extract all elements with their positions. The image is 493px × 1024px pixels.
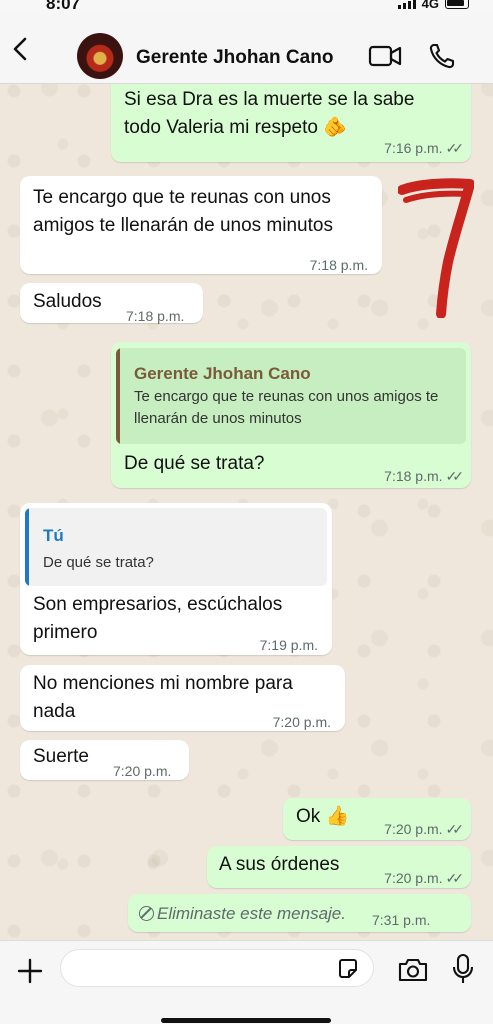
message-time: 7:19 p.m. [259, 637, 318, 653]
message-time: 7:16 p.m. ✓✓ [384, 134, 465, 162]
message-time: 7:18 p.m. [126, 308, 185, 324]
deleted-message-icon [139, 906, 154, 921]
quote-author: Gerente Jhohan Cano [134, 364, 311, 383]
quoted-message[interactable]: Gerente Jhohan Cano Te encargo que te re… [116, 348, 466, 444]
status-bar: 8:07 4G [0, 0, 493, 14]
phone-call-icon[interactable] [428, 42, 456, 70]
message-bubble-outgoing[interactable]: Ok 👍 7:20 p.m. ✓✓ [283, 798, 471, 840]
plus-icon[interactable] [16, 957, 44, 985]
quote-accent-bar [116, 348, 120, 444]
avatar[interactable] [77, 33, 123, 79]
message-time: 7:20 p.m. ✓✓ [384, 864, 465, 892]
sticker-icon[interactable] [336, 957, 360, 981]
message-bubble-incoming[interactable]: Tú De qué se trata? Son empresarios, esc… [20, 503, 332, 655]
message-time: 7:20 p.m. [272, 714, 331, 730]
deleted-message-text: Eliminaste este mensaje. [139, 900, 346, 928]
video-call-icon[interactable] [368, 44, 402, 68]
message-time: 7:20 p.m. [113, 763, 172, 779]
message-bubble-incoming[interactable]: Te encargo que te reunas con unos amigos… [20, 176, 382, 274]
quote-text: De qué se trata? [43, 554, 154, 571]
chat-header: Gerente Jhohan Cano [0, 14, 493, 84]
contact-name[interactable]: Gerente Jhohan Cano [136, 47, 333, 69]
message-time: 7:18 p.m. [309, 257, 368, 273]
message-text: A sus órdenes [219, 854, 340, 875]
message-bubble-outgoing[interactable]: A sus órdenes 7:20 p.m. ✓✓ [207, 846, 471, 888]
message-bubble-deleted[interactable]: Eliminaste este mensaje. 7:31 p.m. [128, 894, 471, 932]
signal-icon [397, 0, 416, 9]
quote-text: Te encargo que te reunas con unos amigos… [134, 388, 439, 427]
read-receipt-icon: ✓✓ [445, 140, 465, 156]
message-bubble-incoming[interactable]: No menciones mi nombre para nada 7:20 p.… [20, 665, 345, 731]
quote-author: Tú [43, 526, 64, 545]
message-bubble-outgoing[interactable]: Gerente Jhohan Cano Te encargo que te re… [111, 342, 471, 488]
status-indicators: 4G [397, 0, 469, 11]
back-chevron-icon[interactable] [8, 36, 32, 62]
status-time: 8:07 [46, 0, 81, 13]
message-text: Suerte [33, 746, 89, 767]
message-text: De qué se trata? [124, 453, 265, 474]
message-time: 7:20 p.m. ✓✓ [384, 815, 465, 843]
read-receipt-icon: ✓✓ [445, 821, 465, 837]
message-text: Ok 👍 [296, 806, 350, 827]
read-receipt-icon: ✓✓ [445, 468, 465, 484]
message-bubble-incoming[interactable]: Suerte 7:20 p.m. [20, 740, 189, 780]
home-indicator [161, 1018, 331, 1023]
message-input[interactable] [60, 949, 374, 987]
camera-icon[interactable] [397, 957, 429, 983]
message-time: 7:31 p.m. [372, 912, 431, 928]
quote-accent-bar [25, 508, 29, 586]
handwritten-seven-annotation [398, 178, 474, 318]
microphone-icon[interactable] [452, 953, 474, 985]
message-composer [0, 940, 493, 1024]
message-bubble-incoming[interactable]: Saludos 7:18 p.m. [20, 283, 203, 324]
battery-icon [445, 0, 469, 9]
quoted-message[interactable]: Tú De qué se trata? [25, 508, 327, 586]
message-text: Te encargo que te reunas con unos amigos… [33, 187, 333, 236]
read-receipt-icon: ✓✓ [445, 870, 465, 886]
network-label: 4G [421, 0, 439, 11]
message-text: Saludos [33, 291, 102, 312]
message-time: 7:18 p.m. ✓✓ [384, 462, 465, 490]
